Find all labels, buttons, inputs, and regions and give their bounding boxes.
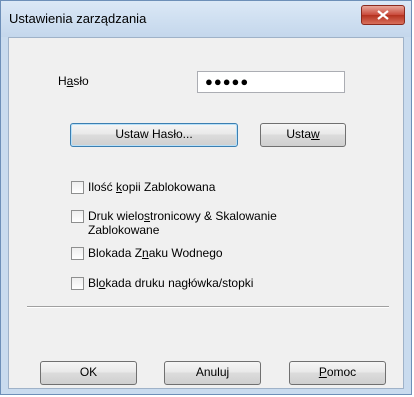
option-label: Blokada druku nagłówka/stopki <box>88 276 254 290</box>
password-input[interactable]: ●●●●● <box>197 71 345 93</box>
checkbox[interactable] <box>71 210 84 223</box>
help-button[interactable]: Pomoc <box>289 361 386 385</box>
password-label: Hasło <box>58 74 89 88</box>
window-title: Ustawienia zarządzania <box>9 11 147 26</box>
checkbox[interactable] <box>71 181 84 194</box>
option-label: Druk wielostronicowy & Skalowanie Zabloko… <box>88 209 277 237</box>
set-password-button[interactable]: Ustaw Hasło... <box>70 123 238 147</box>
set-button[interactable]: Ustaw <box>260 123 346 147</box>
option-label: Ilość kopii Zablokowana <box>88 180 216 194</box>
dialog-window: Ustawienia zarządzania Hasło ●●●●● Ustaw… <box>0 0 412 395</box>
title-bar[interactable]: Ustawienia zarządzania <box>1 1 411 37</box>
option-label: Blokada Znaku Wodnego <box>88 246 223 260</box>
checkbox[interactable] <box>71 277 84 290</box>
separator <box>27 306 389 308</box>
ok-button[interactable]: OK <box>40 361 137 385</box>
checkbox[interactable] <box>71 247 84 260</box>
close-button[interactable] <box>361 5 405 25</box>
close-icon <box>377 10 389 20</box>
cancel-button[interactable]: Anuluj <box>164 361 261 385</box>
dialog-body: Hasło ●●●●● Ustaw Hasło... Ustaw Ilość k… <box>8 37 404 389</box>
